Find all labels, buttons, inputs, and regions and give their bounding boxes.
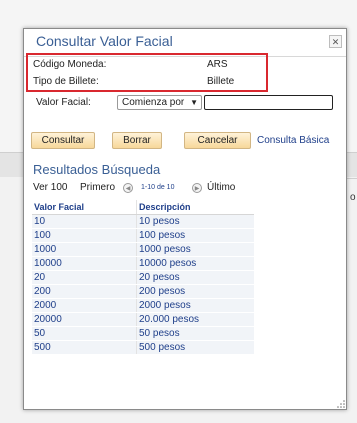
description-cell[interactable]: 200 pesos: [136, 284, 254, 299]
description-cell[interactable]: 20.000 pesos: [136, 312, 254, 327]
table-row[interactable]: 100 100 pesos: [32, 228, 254, 243]
results-title: Resultados Búsqueda: [33, 162, 161, 177]
description-cell[interactable]: 500 pesos: [136, 340, 254, 355]
background-edge-text: o: [350, 192, 356, 203]
table-row[interactable]: 20000 20.000 pesos: [32, 312, 254, 327]
cancelar-button[interactable]: Cancelar: [184, 132, 251, 149]
consultar-button[interactable]: Consultar: [31, 132, 95, 149]
results-range: 1-10 de 10: [141, 184, 175, 191]
table-row[interactable]: 20 20 pesos: [32, 270, 254, 285]
bill-type-label: Tipo de Billete:: [33, 76, 99, 87]
description-cell[interactable]: 20 pesos: [136, 270, 254, 285]
table-row[interactable]: 10 10 pesos: [32, 214, 254, 229]
close-icon[interactable]: ✕: [329, 35, 342, 48]
face-value-cell[interactable]: 50: [32, 326, 137, 341]
description-cell[interactable]: 50 pesos: [136, 326, 254, 341]
last-link[interactable]: Último: [207, 182, 235, 193]
currency-code-label: Código Moneda:: [33, 59, 107, 70]
face-value-cell[interactable]: 100: [32, 228, 137, 243]
description-cell[interactable]: 1000 pesos: [136, 242, 254, 257]
currency-code-value: ARS: [207, 59, 228, 70]
column-header-face-value[interactable]: Valor Facial: [32, 200, 137, 215]
face-value-cell[interactable]: 500: [32, 340, 137, 355]
first-link[interactable]: Primero: [80, 182, 115, 193]
operator-select-value: Comienza por: [122, 97, 185, 108]
table-row[interactable]: 500 500 pesos: [32, 340, 254, 355]
dialog-title: Consultar Valor Facial: [36, 33, 173, 49]
table-row[interactable]: 200 200 pesos: [32, 284, 254, 299]
basic-search-link[interactable]: Consulta Básica: [257, 135, 329, 146]
face-value-cell[interactable]: 2000: [32, 298, 137, 313]
results-header-row: Valor Facial Descripción: [32, 200, 254, 215]
table-row[interactable]: 10000 10000 pesos: [32, 256, 254, 271]
description-cell[interactable]: 10000 pesos: [136, 256, 254, 271]
description-cell[interactable]: 100 pesos: [136, 228, 254, 243]
chevron-down-icon: ▼: [190, 98, 198, 107]
face-value-cell[interactable]: 10000: [32, 256, 137, 271]
face-value-cell[interactable]: 20000: [32, 312, 137, 327]
description-cell[interactable]: 2000 pesos: [136, 298, 254, 313]
table-row[interactable]: 50 50 pesos: [32, 326, 254, 341]
lookup-dialog: Consultar Valor Facial ✕ Código Moneda: …: [23, 28, 347, 410]
face-value-input[interactable]: [204, 95, 333, 110]
chevron-right-icon[interactable]: ▶: [192, 183, 202, 193]
key-info-box: Código Moneda: ARS Tipo de Billete: Bill…: [26, 53, 268, 92]
borrar-button[interactable]: Borrar: [112, 132, 162, 149]
face-value-label: Valor Facial:: [36, 97, 91, 108]
column-header-description[interactable]: Descripción: [136, 200, 254, 215]
face-value-cell[interactable]: 10: [32, 214, 137, 229]
table-row[interactable]: 1000 1000 pesos: [32, 242, 254, 257]
results-table: Valor Facial Descripción 10 10 pesos 100 1…: [32, 200, 254, 355]
face-value-cell[interactable]: 200: [32, 284, 137, 299]
table-row[interactable]: 2000 2000 pesos: [32, 298, 254, 313]
face-value-cell[interactable]: 20: [32, 270, 137, 285]
face-value-cell[interactable]: 1000: [32, 242, 137, 257]
chevron-left-icon[interactable]: ◀: [123, 183, 133, 193]
bill-type-value: Billete: [207, 76, 235, 87]
resize-grip-icon[interactable]: [337, 400, 345, 408]
description-cell[interactable]: 10 pesos: [136, 214, 254, 229]
operator-select[interactable]: Comienza por ▼: [117, 95, 202, 110]
view-100-link[interactable]: Ver 100: [33, 182, 67, 193]
